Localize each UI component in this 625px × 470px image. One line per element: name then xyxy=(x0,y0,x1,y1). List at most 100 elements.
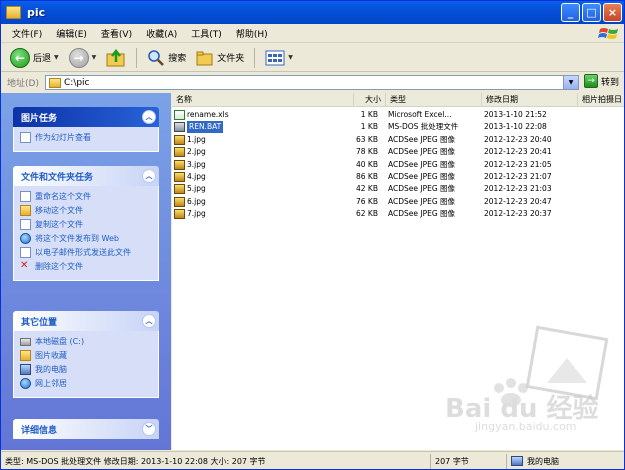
other-places-header[interactable]: 其它位置 ︿ xyxy=(13,311,159,331)
task-rename[interactable]: 重命名这个文件 xyxy=(20,191,152,202)
folders-button[interactable]: 文件夹 xyxy=(193,47,247,69)
file-row[interactable]: 1.jpg 63 KB ACDSee JPEG 图像 2012-12-23 20:40 xyxy=(172,134,624,146)
place-network[interactable]: 网上邻居 xyxy=(20,378,152,389)
address-dropdown-button[interactable]: ▼ xyxy=(563,76,578,89)
expand-chevron-icon[interactable]: ﹀ xyxy=(142,422,156,436)
watermark-url: jingyan.baidu.com xyxy=(475,420,577,433)
folder-up-icon xyxy=(106,48,125,66)
file-date: 2012-12-23 20:47 xyxy=(484,196,552,206)
file-tasks-header[interactable]: 文件和文件夹任务 ︿ xyxy=(13,166,159,186)
file-row[interactable]: rename.xls 1 KB Microsoft Excel... 2013-1-1… xyxy=(172,109,624,121)
menu-favorites[interactable]: 收藏(A) xyxy=(139,27,184,40)
search-label: 搜索 xyxy=(168,54,187,64)
up-button[interactable] xyxy=(103,47,129,69)
views-icon xyxy=(265,50,285,65)
file-row[interactable]: 7.jpg 62 KB ACDSee JPEG 图像 2012-12-23 20:37 xyxy=(172,208,624,220)
file-row[interactable]: 4.jpg 86 KB ACDSee JPEG 图像 2012-12-23 21:07 xyxy=(172,171,624,183)
task-copy[interactable]: 复制这个文件 xyxy=(20,219,152,230)
task-label: 作为幻灯片查看 xyxy=(35,133,91,142)
file-row[interactable]: 3.jpg 40 KB ACDSee JPEG 图像 2012-12-23 21:05 xyxy=(172,159,624,171)
file-row[interactable]: REN.BAT 1 KB MS-DOS 批处理文件 2013-1-10 22:08 xyxy=(172,121,624,134)
picture-tasks-panel: 图片任务 ︿ 作为幻灯片查看 xyxy=(13,107,159,152)
menu-edit[interactable]: 编辑(E) xyxy=(49,27,94,40)
place-local-disk[interactable]: 本地磁盘 (C:) xyxy=(20,336,152,347)
file-name-cell: 7.jpg xyxy=(174,208,350,220)
column-size[interactable]: 大小 xyxy=(354,93,386,107)
file-rows: rename.xls 1 KB Microsoft Excel... 2013-1-1… xyxy=(172,109,624,221)
file-name-cell: REN.BAT xyxy=(174,121,350,134)
task-delete[interactable]: ✕ 删除这个文件 xyxy=(20,261,152,272)
slideshow-icon xyxy=(20,132,31,143)
picture-tasks-header[interactable]: 图片任务 ︿ xyxy=(13,107,159,127)
file-type: ACDSee JPEG 图像 xyxy=(388,209,456,219)
collapse-chevron-icon[interactable]: ︿ xyxy=(142,110,156,124)
file-size: 63 KB xyxy=(356,134,378,144)
go-button[interactable]: → 转到 xyxy=(584,74,619,88)
batch-file-icon xyxy=(174,122,185,133)
back-button[interactable]: ← 后退 ▼ xyxy=(7,47,62,69)
menu-help[interactable]: 帮助(H) xyxy=(229,27,275,40)
file-date: 2012-12-23 21:07 xyxy=(484,171,552,181)
views-button[interactable]: ▼ xyxy=(262,47,296,69)
file-name: rename.xls xyxy=(187,110,229,119)
file-list[interactable]: 名称 大小 类型 修改日期 相片拍摄日 rename.xls 1 KB Micros… xyxy=(172,93,624,450)
task-pane: 图片任务 ︿ 作为幻灯片查看 文件和文件夹任务 ︿ 重命名这个文件 移动这个文件… xyxy=(1,93,171,450)
status-location: 我的电脑 xyxy=(507,454,622,469)
windows-logo-icon xyxy=(598,28,618,39)
forward-button[interactable]: → ▼ xyxy=(66,47,100,69)
file-name-cell: 4.jpg xyxy=(174,171,350,183)
task-label: 移动这个文件 xyxy=(35,206,83,215)
menu-view[interactable]: 查看(V) xyxy=(94,27,139,40)
minimize-button[interactable]: _ xyxy=(561,3,580,22)
task-publish-web[interactable]: 将这个文件发布到 Web xyxy=(20,233,152,244)
file-date: 2012-12-23 21:03 xyxy=(484,184,552,194)
column-modified[interactable]: 修改日期 xyxy=(482,93,578,107)
jpeg-icon xyxy=(174,209,185,220)
menu-tools[interactable]: 工具(T) xyxy=(184,27,229,40)
file-name-cell: 2.jpg xyxy=(174,146,350,158)
column-name[interactable]: 名称 xyxy=(172,93,354,107)
collapse-chevron-icon[interactable]: ︿ xyxy=(142,314,156,328)
file-date: 2012-12-23 20:37 xyxy=(484,209,552,219)
folder-icon xyxy=(6,6,21,19)
place-my-computer[interactable]: 我的电脑 xyxy=(20,364,152,375)
address-input[interactable]: C:\pic ▼ xyxy=(45,75,579,90)
close-button[interactable]: × xyxy=(603,3,622,22)
folder-icon xyxy=(49,77,61,88)
status-location-label: 我的电脑 xyxy=(527,456,559,466)
chevron-down-icon: ▼ xyxy=(54,54,59,61)
task-label: 删除这个文件 xyxy=(35,262,83,271)
file-size: 1 KB xyxy=(360,122,378,132)
file-name-cell: 5.jpg xyxy=(174,183,350,195)
picture-tasks-title: 图片任务 xyxy=(21,113,58,124)
column-extra[interactable]: 相片拍摄日 xyxy=(578,93,624,107)
file-name: 1.jpg xyxy=(187,134,206,144)
maximize-button[interactable]: □ xyxy=(582,3,601,22)
drive-icon xyxy=(20,338,31,346)
task-move[interactable]: 移动这个文件 xyxy=(20,205,152,216)
toolbar: ← 后退 ▼ → ▼ 搜索 文件夹 ▼ xyxy=(1,44,624,72)
place-my-pictures[interactable]: 图片收藏 xyxy=(20,350,152,361)
file-row[interactable]: 6.jpg 76 KB ACDSee JPEG 图像 2012-12-23 20:47 xyxy=(172,196,624,208)
collapse-chevron-icon[interactable]: ︿ xyxy=(142,169,156,183)
chevron-down-icon: ▼ xyxy=(91,54,97,61)
file-row[interactable]: 2.jpg 78 KB ACDSee JPEG 图像 2012-12-23 20:41 xyxy=(172,146,624,158)
rename-icon xyxy=(20,191,31,202)
other-places-panel: 其它位置 ︿ 本地磁盘 (C:) 图片收藏 我的电脑 网上邻居 xyxy=(13,311,159,398)
watermark: Bai du 经验 jingyan.baidu.com xyxy=(437,378,607,448)
task-label: 复制这个文件 xyxy=(35,220,83,229)
status-size: 207 字节 xyxy=(431,453,507,469)
details-title: 详细信息 xyxy=(21,425,58,436)
column-type[interactable]: 类型 xyxy=(386,93,482,107)
chevron-down-icon: ▼ xyxy=(288,54,293,61)
menu-file[interactable]: 文件(F) xyxy=(5,27,49,40)
file-date: 2013-1-10 21:52 xyxy=(484,110,547,119)
title-bar[interactable]: pic _ □ × xyxy=(1,1,624,24)
details-header[interactable]: 详细信息 ﹀ xyxy=(13,419,159,439)
task-slideshow[interactable]: 作为幻灯片查看 xyxy=(20,132,152,143)
task-email[interactable]: 以电子邮件形式发送此文件 xyxy=(20,247,152,258)
file-row[interactable]: 5.jpg 42 KB ACDSee JPEG 图像 2012-12-23 21:03 xyxy=(172,183,624,195)
file-size: 62 KB xyxy=(356,209,378,219)
search-button[interactable]: 搜索 xyxy=(144,47,189,69)
status-bar: 类型: MS-DOS 批处理文件 修改日期: 2013-1-10 22:08 大… xyxy=(1,451,624,469)
